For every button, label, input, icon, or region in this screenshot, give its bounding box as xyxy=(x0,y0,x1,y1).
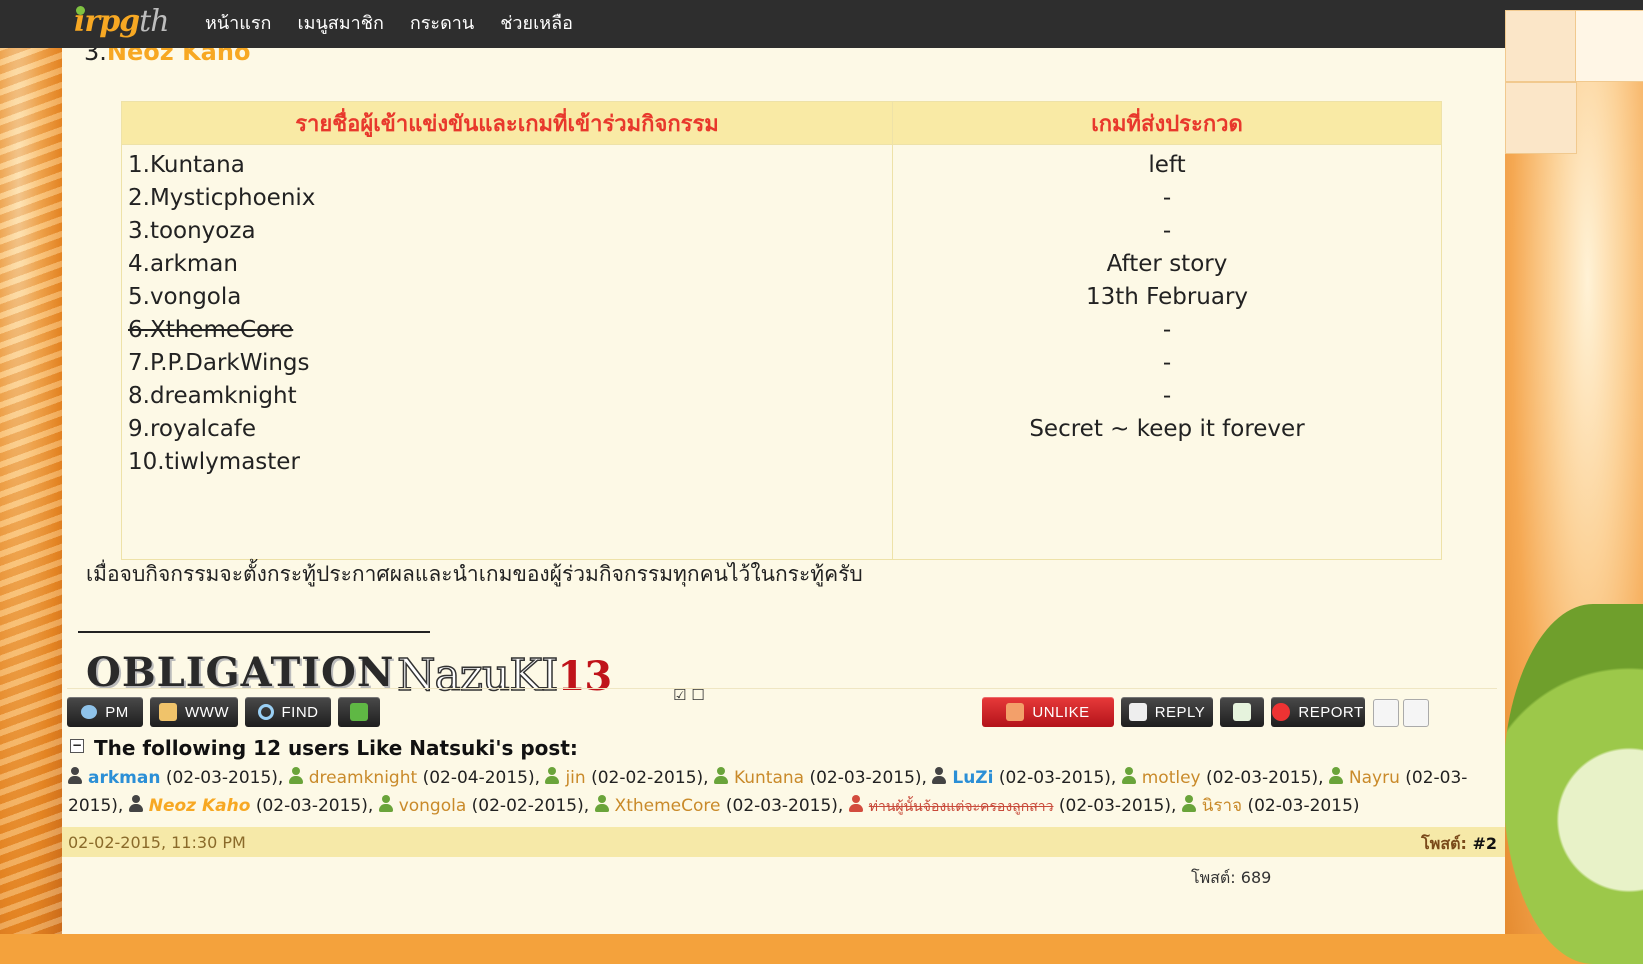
pm-button[interactable]: PM xyxy=(67,697,143,727)
collapse-icon[interactable]: − xyxy=(70,739,84,753)
user-icon xyxy=(1181,795,1196,813)
post-date: 02-02-2015, 11:30 PM xyxy=(68,833,246,852)
like-user[interactable]: dreamknight xyxy=(309,768,417,788)
list-item: After story xyxy=(1106,251,1228,277)
find-button[interactable]: FIND xyxy=(245,697,331,727)
report-button[interactable]: REPORT xyxy=(1271,697,1365,727)
top-navbar: irpgth หน้าแรก เมนูสมาชิก กระดาน ช่วยเหล… xyxy=(0,0,1643,48)
post-notice: เมื่อจบกิจกรรมจะตั้งกระทู้ประกาศผลและนำเ… xyxy=(86,562,863,586)
like-user[interactable]: ท่านผู้นั้นจ้องแต่จะครองลูกสาว xyxy=(869,799,1054,815)
post-number[interactable]: โพสต์: #2 xyxy=(1421,832,1497,857)
list-item: 2.Mysticphoenix xyxy=(128,185,316,211)
likes-heading: − The following 12 users Like Natsuki's p… xyxy=(70,736,578,760)
nav-board[interactable]: กระดาน xyxy=(410,8,474,37)
quote-button[interactable] xyxy=(1220,697,1264,727)
list-item: 7.P.P.DarkWings xyxy=(128,350,310,376)
like-user[interactable]: นิราจ xyxy=(1202,796,1242,816)
broken-image-icon[interactable] xyxy=(1373,699,1399,727)
like-user[interactable]: Kuntana xyxy=(734,768,804,788)
reply-button[interactable]: REPLY xyxy=(1121,697,1213,727)
like-user[interactable]: Neoz Kaho xyxy=(149,796,251,816)
players-cell: 1.Kuntana 2.Mysticphoenix 3.toonyoza 4.a… xyxy=(121,144,893,560)
list-item: - xyxy=(1162,218,1172,244)
warning-icon xyxy=(1272,703,1291,721)
unlike-button[interactable]: UNLIKE xyxy=(982,697,1114,727)
like-user[interactable]: Nayru xyxy=(1349,768,1400,788)
speech-bubble-icon xyxy=(81,705,98,719)
likes-list: arkman (02-03-2015), dreamknight (02-04-… xyxy=(68,767,1468,816)
list-item: 3.toonyoza xyxy=(128,218,256,244)
list-item xyxy=(899,446,1435,479)
list-item: left xyxy=(1148,152,1186,178)
table-header-contestants: รายชื่อผู้เข้าแข่งขันและเกมที่เข้าร่วมกิ… xyxy=(121,101,893,145)
next-post-header: 02-02-2015, 11:30 PM โพสต์: #2 xyxy=(62,827,1505,857)
list-item: 13th February xyxy=(1085,284,1249,310)
www-button[interactable]: WWW xyxy=(150,697,238,727)
like-user[interactable]: LuZi xyxy=(952,768,993,788)
list-item: - xyxy=(1162,185,1172,211)
pencil-icon xyxy=(1128,703,1147,721)
like-user[interactable]: motley xyxy=(1142,768,1201,788)
thumbs-down-icon xyxy=(1006,703,1025,721)
list-item: 10.tiwlymaster xyxy=(128,449,300,475)
list-item: 9.royalcafe xyxy=(128,416,257,442)
site-logo[interactable]: irpgth xyxy=(74,2,170,42)
post-toolbar: PM WWW FIND UNLIKE REPLY REPORT xyxy=(67,688,1497,727)
list-item: 8.dreamknight xyxy=(128,383,297,409)
user-icon xyxy=(288,767,303,785)
user-icon xyxy=(1121,767,1136,785)
main-nav: หน้าแรก เมนูสมาชิก กระดาน ช่วยเหลือ xyxy=(205,0,573,44)
home-icon xyxy=(159,703,177,721)
user-icon xyxy=(545,767,560,785)
nav-help[interactable]: ช่วยเหลือ xyxy=(500,8,573,37)
background-art-right xyxy=(1503,0,1643,964)
like-user[interactable]: vongola xyxy=(399,796,467,816)
like-user[interactable]: XthemeCore xyxy=(615,796,721,816)
user-icon xyxy=(128,795,143,813)
list-item: - xyxy=(1162,350,1172,376)
user-icon xyxy=(594,795,609,813)
user-icon xyxy=(848,795,863,813)
list-item: - xyxy=(1162,317,1172,343)
nav-member-menu[interactable]: เมนูสมาชิก xyxy=(297,8,383,37)
user-icon xyxy=(68,767,82,785)
nav-home[interactable]: หน้าแรก xyxy=(205,8,271,37)
user-icon xyxy=(932,767,947,785)
user-icon xyxy=(713,767,728,785)
broken-image-icon[interactable] xyxy=(1403,699,1429,727)
add-buddy-button[interactable] xyxy=(338,697,380,727)
search-icon xyxy=(257,704,274,720)
post-panel: 3.Neoz Kaho รายชื่อผู้เข้าแข่งขันและเกมท… xyxy=(62,38,1505,934)
user-post-count: โพสต์: 689 xyxy=(1191,868,1272,887)
games-cell: left - - After story 13th February - - -… xyxy=(892,144,1442,560)
list-item: 4.arkman xyxy=(128,251,238,277)
list-item: 5.vongola xyxy=(128,284,242,310)
list-item: 1.Kuntana xyxy=(128,152,245,178)
signature-divider xyxy=(78,631,430,633)
table-header-games: เกมที่ส่งประกวด xyxy=(892,101,1442,145)
list-item-struck: 6.XthemeCore xyxy=(128,317,294,343)
like-user[interactable]: arkman xyxy=(88,768,160,788)
contestant-table: รายชื่อผู้เข้าแข่งขันและเกมที่เข้าร่วมกิ… xyxy=(121,101,1442,560)
user-icon xyxy=(378,795,393,813)
add-user-icon xyxy=(350,703,368,721)
user-icon xyxy=(1328,767,1343,785)
document-add-icon xyxy=(1233,703,1251,721)
like-user[interactable]: jin xyxy=(565,768,585,788)
background-art-left xyxy=(0,0,62,934)
list-item: Secret ~ keep it forever xyxy=(1029,416,1305,442)
list-item: - xyxy=(1162,383,1172,409)
